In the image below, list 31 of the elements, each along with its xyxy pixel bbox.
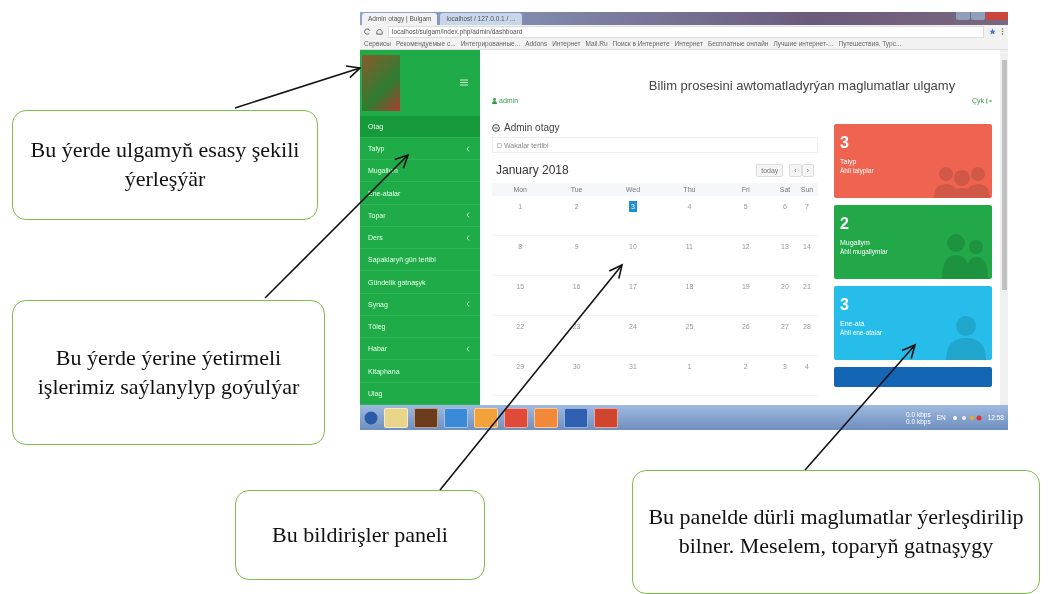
star-icon[interactable] [989, 28, 996, 35]
card-count: 3 [840, 134, 850, 152]
page-title: Bilim prosesini awtomatladyrýan maglumatlar ulgamy [647, 78, 957, 93]
month-title: January 2018 [496, 163, 569, 177]
calendar-icon [497, 142, 502, 148]
tray-icons[interactable] [951, 413, 982, 422]
callout-box: Bu ýerde ulgamyň esasy şekili ýerleşýär [12, 110, 318, 220]
section-title: Admin otagy [504, 122, 560, 133]
user-icon [492, 97, 497, 104]
chevron-icon [466, 234, 470, 241]
callout-box: Bu ýerde ýerine ýetirmeli işlerimiz saýlanylyp goýulýar [12, 300, 325, 445]
scrollbar[interactable] [1000, 50, 1008, 405]
card-count: 3 [840, 296, 850, 314]
reload-icon[interactable] [364, 28, 371, 35]
start-icon[interactable] [364, 410, 378, 425]
callout-box: Bu bildirişler paneli [235, 490, 485, 580]
chevron-icon [466, 145, 470, 152]
chevron-icon [466, 212, 470, 219]
chevron-icon [466, 345, 470, 352]
logo-image [362, 54, 400, 111]
callout-box: Bu panelde dürli maglumatlar ýerleşdirilip bilner. Meselem, toparyň gatnaşygy [632, 470, 1040, 594]
collapse-icon[interactable] [492, 123, 500, 132]
taskbar-app-icon[interactable] [474, 407, 498, 428]
two-people-icon [942, 231, 988, 279]
home-icon[interactable] [376, 28, 383, 35]
card-count: 2 [840, 215, 850, 233]
people-icon [934, 164, 990, 198]
menu-icon[interactable] [1001, 28, 1004, 35]
menu-icon[interactable] [460, 79, 468, 87]
logout-icon [986, 97, 992, 104]
chevron-icon [466, 301, 470, 308]
